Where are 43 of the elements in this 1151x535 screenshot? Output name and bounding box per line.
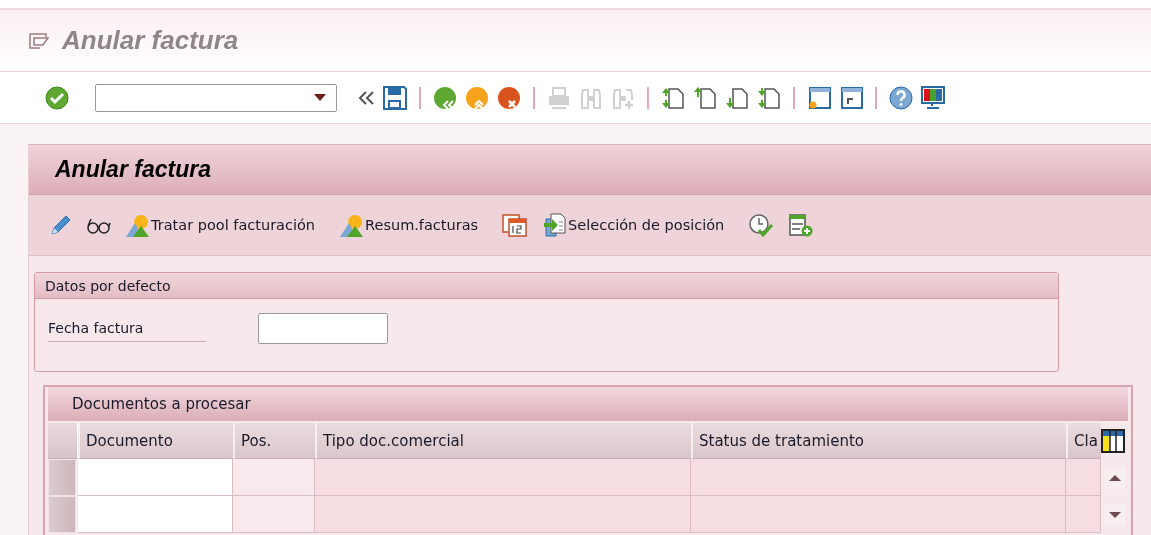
scroll-up-icon[interactable] [1103,466,1126,489]
save-icon[interactable] [383,85,407,110]
document-arrow-icon [542,213,567,237]
mountain-sun-icon [125,213,149,237]
menu-arrow-icon[interactable] [28,31,50,50]
input-cell[interactable] [78,459,233,496]
panel-title: Anular factura [55,156,211,183]
select-all-button[interactable] [48,423,78,459]
shortcut-window-icon[interactable] [839,85,863,110]
list-add-icon[interactable] [788,213,815,237]
previous-page-icon[interactable] [693,85,717,110]
date-field[interactable] [258,313,388,344]
calendar-icon[interactable] [502,213,529,237]
help-icon[interactable] [889,85,913,110]
column-header[interactable]: Tipo doc.comercial [315,423,691,459]
enter-icon[interactable] [45,85,69,110]
monitor-icon[interactable] [921,85,945,110]
mountain-sun-icon [339,213,364,237]
command-field[interactable] [95,83,337,112]
toolbar-button[interactable]: Resum.facturas [339,211,479,239]
field-label: Fecha factura [48,315,206,342]
column-layout-icon[interactable] [1101,429,1125,453]
scroll-down-icon[interactable] [1103,503,1126,526]
toolbar-button[interactable]: Tratar pool facturación [125,211,316,239]
input-cell[interactable] [78,496,233,533]
group-title: Datos por defecto [45,277,171,294]
column-header[interactable]: Pos. [233,423,315,459]
cancel-icon[interactable] [497,85,521,110]
column-header[interactable]: Status de tratamiento [691,423,1066,459]
dropdown-icon[interactable] [314,93,326,102]
last-page-icon[interactable] [757,85,781,110]
toolbar-button[interactable]: Selección de posición [542,211,725,239]
window-title: Anular factura [62,25,239,56]
next-page-icon[interactable] [725,85,749,110]
pencil-icon[interactable] [49,213,71,237]
new-window-icon[interactable] [807,85,831,110]
column-header[interactable]: Documento [78,423,233,459]
exit-icon[interactable] [465,85,489,110]
table-title: Documentos a procesar [72,395,251,413]
back-icon[interactable] [433,85,457,110]
clock-check-icon[interactable] [748,213,775,237]
column-header[interactable]: Cla [1066,423,1101,459]
first-page-icon[interactable] [661,85,685,110]
